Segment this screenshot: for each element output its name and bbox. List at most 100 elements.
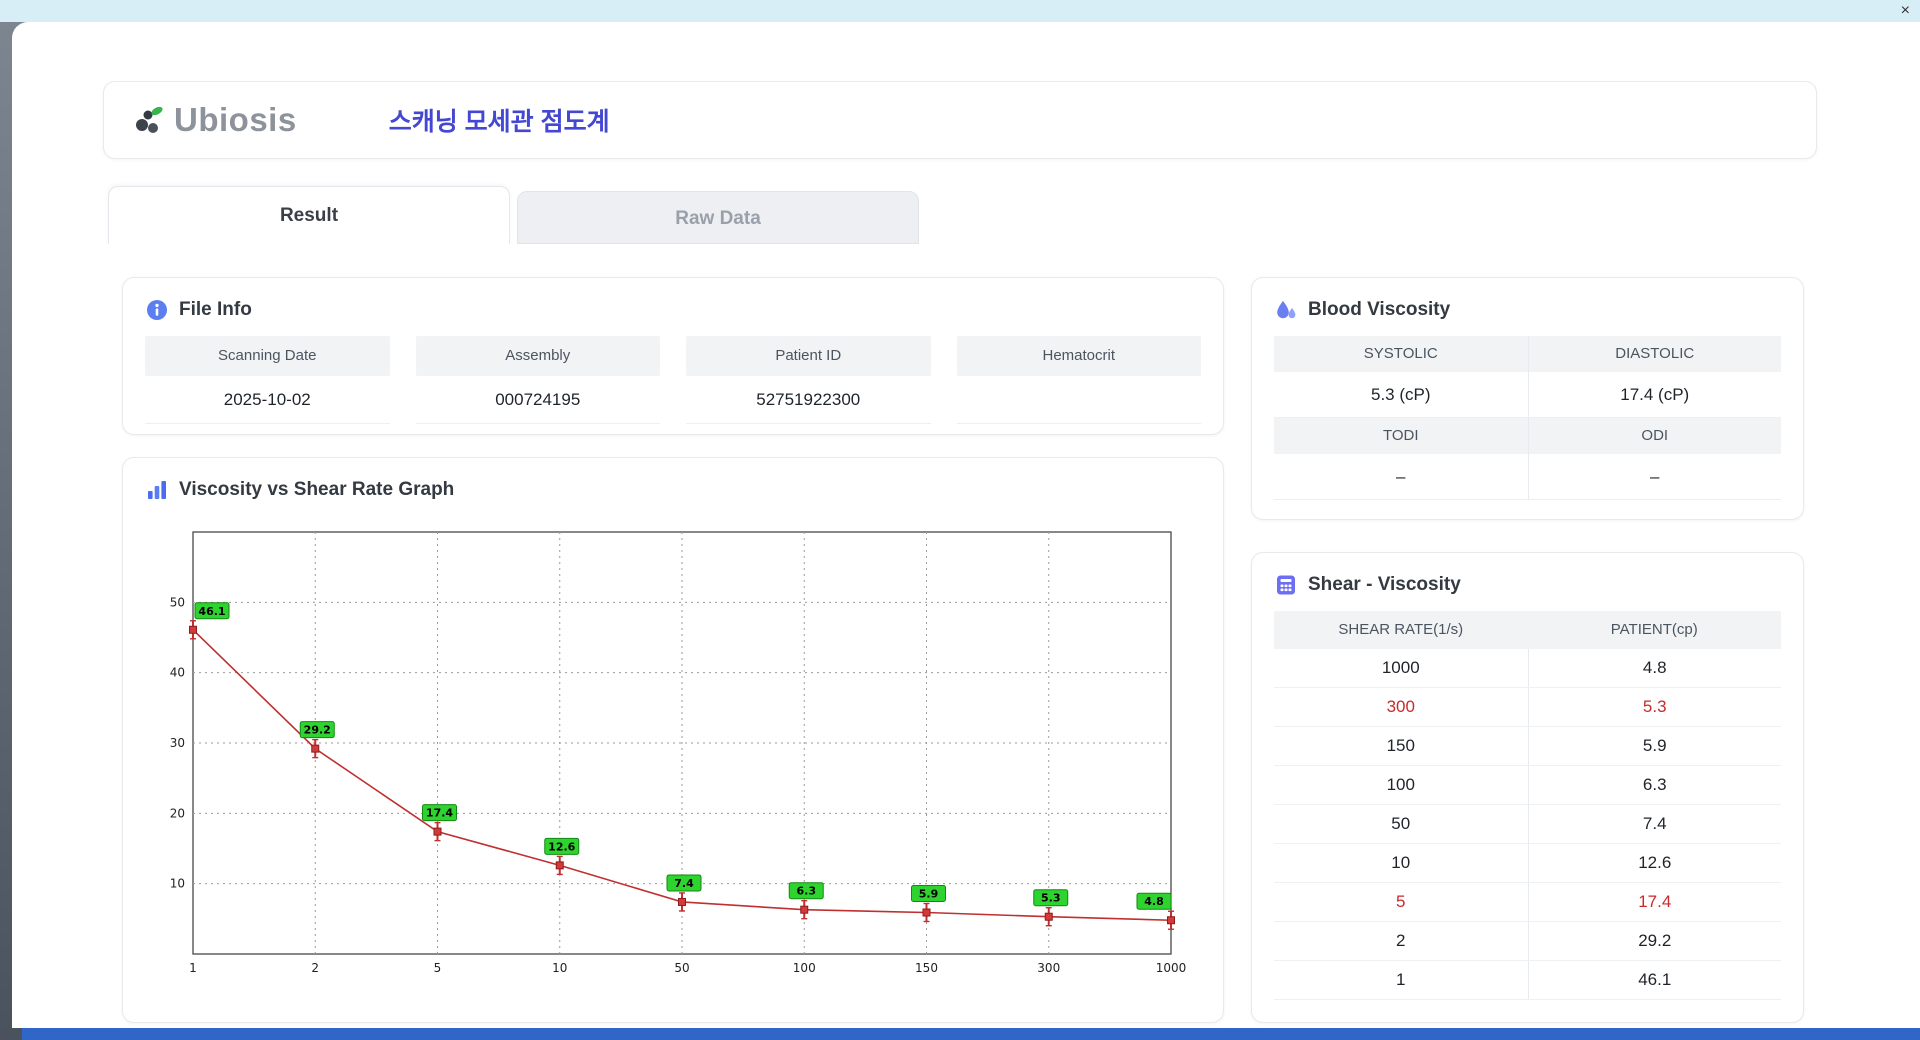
- odi-value: –: [1527, 454, 1781, 500]
- shear-rate-cell: 150: [1386, 736, 1415, 755]
- table-row: 100 6.3: [1274, 766, 1781, 805]
- shear-table-body: 1000 4.8 300 5.3 150 5.9 100 6.3 50 7.4 …: [1274, 649, 1781, 1000]
- field-label: Patient ID: [686, 336, 931, 376]
- taskbar-strip: [22, 1026, 1920, 1040]
- blood-viscosity-title: Blood Viscosity: [1308, 299, 1451, 320]
- field-value: 2025-10-02: [145, 376, 390, 424]
- field-scanning-date: Scanning Date 2025-10-02: [145, 336, 390, 424]
- field-assembly: Assembly 000724195: [415, 336, 660, 424]
- shear-rate-cell: 1000: [1381, 658, 1420, 677]
- file-info-title: File Info: [179, 299, 252, 320]
- patient-viscosity-cell: 46.1: [1527, 961, 1782, 999]
- todi-label: TODI: [1274, 418, 1528, 454]
- shear-viscosity-table: SHEAR RATE(1/s) PATIENT(cp) 1000 4.8 300…: [1274, 611, 1781, 1000]
- field-label: Hematocrit: [956, 336, 1201, 376]
- svg-text:1: 1: [189, 961, 197, 975]
- svg-text:46.1: 46.1: [198, 605, 225, 618]
- patient-viscosity-cell: 4.8: [1527, 649, 1782, 687]
- svg-text:12.6: 12.6: [548, 840, 575, 853]
- table-row: 1 46.1: [1274, 961, 1781, 1000]
- app-window: Ubiosis 스캐닝 모세관 점도계 Result Raw Data File…: [12, 22, 1920, 1028]
- shear-rate-cell: 50: [1391, 814, 1411, 833]
- patient-viscosity-cell: 12.6: [1527, 844, 1782, 882]
- tab-raw-data[interactable]: Raw Data: [517, 191, 919, 244]
- col-shear-rate: SHEAR RATE(1/s): [1338, 621, 1464, 638]
- svg-text:40: 40: [170, 666, 185, 680]
- table-row: 300 5.3: [1274, 688, 1781, 727]
- brand-logo: Ubiosis: [132, 101, 297, 139]
- svg-text:50: 50: [674, 961, 689, 975]
- table-row: 50 7.4: [1274, 805, 1781, 844]
- viscosity-graph-card: Viscosity vs Shear Rate Graph 10 20 30 40 50…: [122, 457, 1224, 1023]
- svg-text:10: 10: [170, 877, 185, 891]
- field-label: Assembly: [415, 336, 660, 376]
- svg-text:20: 20: [170, 806, 185, 820]
- shear-rate-cell: 1: [1396, 970, 1406, 989]
- svg-text:4.8: 4.8: [1144, 895, 1164, 908]
- field-value: 000724195: [415, 376, 660, 424]
- svg-text:10: 10: [552, 961, 567, 975]
- field-value: 52751922300: [686, 376, 931, 424]
- viscosity-chart: 10 20 30 40 50 1 2 5 10 50 100 150 300 1000 46.1 29.2 17…: [151, 516, 1195, 988]
- file-info-card: File Info Scanning Date 2025-10-02 Assem…: [122, 277, 1224, 435]
- shear-viscosity-card: Shear - Viscosity SHEAR RATE(1/s) PATIEN…: [1251, 552, 1804, 1023]
- diastolic-value: 17.4 (cP): [1527, 372, 1781, 418]
- svg-text:1000: 1000: [1156, 961, 1187, 975]
- tab-result[interactable]: Result: [108, 186, 510, 244]
- svg-text:30: 30: [170, 736, 185, 750]
- svg-text:7.4: 7.4: [674, 877, 694, 890]
- col-patient: PATIENT(cp): [1610, 621, 1698, 638]
- patient-viscosity-cell: 17.4: [1527, 883, 1782, 921]
- info-icon: [147, 300, 167, 320]
- svg-text:100: 100: [793, 961, 816, 975]
- systolic-label: SYSTOLIC: [1274, 336, 1528, 372]
- patient-viscosity-cell: 5.9: [1527, 727, 1782, 765]
- bar-chart-icon: [148, 481, 166, 499]
- shear-rate-cell: 10: [1391, 853, 1411, 872]
- brand-name: Ubiosis: [174, 101, 297, 138]
- field-value: [956, 376, 1201, 424]
- table-header-row: SHEAR RATE(1/s) PATIENT(cp): [1274, 611, 1781, 649]
- svg-text:150: 150: [915, 961, 938, 975]
- field-patient-id: Patient ID 52751922300: [686, 336, 931, 424]
- shear-rate-cell: 5: [1396, 892, 1406, 911]
- patient-viscosity-cell: 6.3: [1527, 766, 1782, 804]
- field-label: Scanning Date: [145, 336, 390, 376]
- close-icon[interactable]: ×: [1901, 1, 1910, 21]
- graph-title: Viscosity vs Shear Rate Graph: [179, 479, 455, 500]
- ubiosis-logo-icon: [136, 106, 163, 133]
- field-hematocrit: Hematocrit: [956, 336, 1201, 424]
- tab-bar: Result Raw Data: [108, 186, 919, 244]
- table-row: 1000 4.8: [1274, 649, 1781, 688]
- droplet-icon: [1277, 301, 1296, 319]
- systolic-value: 5.3 (cP): [1274, 372, 1528, 418]
- svg-text:29.2: 29.2: [304, 724, 331, 737]
- odi-label: ODI: [1527, 418, 1781, 454]
- svg-text:2: 2: [311, 961, 319, 975]
- blood-viscosity-card: Blood Viscosity SYSTOLIC DIASTOLIC 5.3 (…: [1251, 277, 1804, 520]
- page-title: 스캐닝 모세관 점도계: [388, 108, 610, 136]
- shear-rate-cell: 300: [1386, 697, 1415, 716]
- svg-text:5.9: 5.9: [919, 888, 939, 901]
- patient-viscosity-cell: 5.3: [1527, 688, 1782, 726]
- patient-viscosity-cell: 7.4: [1527, 805, 1782, 843]
- title-bar: [0, 0, 1920, 22]
- blood-viscosity-grid: SYSTOLIC DIASTOLIC 5.3 (cP) 17.4 (cP) TO…: [1274, 336, 1781, 500]
- svg-text:17.4: 17.4: [426, 807, 453, 820]
- svg-text:5: 5: [434, 961, 442, 975]
- shear-rate-cell: 100: [1386, 775, 1415, 794]
- table-row: 10 12.6: [1274, 844, 1781, 883]
- todi-value: –: [1274, 454, 1528, 500]
- table-row: 2 29.2: [1274, 922, 1781, 961]
- shear-viscosity-title: Shear - Viscosity: [1308, 574, 1461, 595]
- svg-text:300: 300: [1037, 961, 1060, 975]
- app-header: Ubiosis 스캐닝 모세관 점도계: [103, 81, 1817, 159]
- table-row: 5 17.4: [1274, 883, 1781, 922]
- svg-text:50: 50: [170, 595, 185, 609]
- calculator-icon: [1277, 575, 1295, 595]
- table-row: 150 5.9: [1274, 727, 1781, 766]
- patient-viscosity-cell: 29.2: [1527, 922, 1782, 960]
- svg-text:6.3: 6.3: [797, 885, 817, 898]
- diastolic-label: DIASTOLIC: [1527, 336, 1781, 372]
- file-info-fields: Scanning Date 2025-10-02 Assembly 000724…: [145, 336, 1201, 424]
